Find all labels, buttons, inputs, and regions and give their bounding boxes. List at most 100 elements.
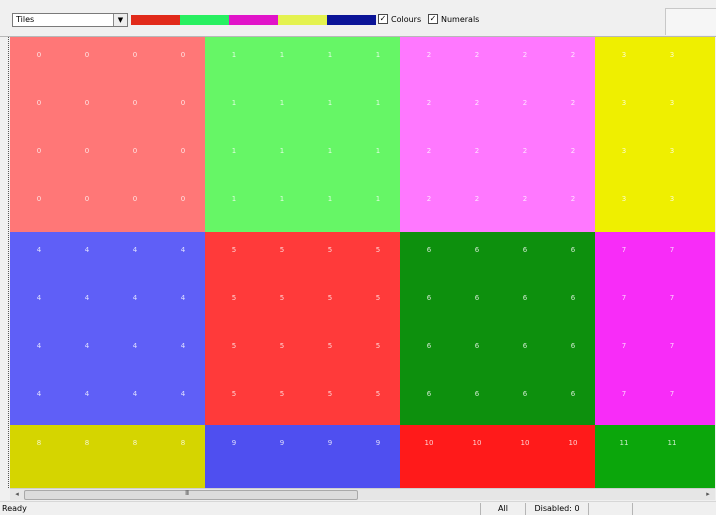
- tile-numeral: 7: [669, 390, 675, 398]
- tile-numeral: 5: [375, 246, 381, 254]
- tile-numeral: 9: [279, 439, 285, 447]
- tile-numeral: 5: [375, 342, 381, 350]
- tile-numeral: 5: [231, 390, 237, 398]
- scroll-thumb[interactable]: III: [24, 489, 358, 500]
- tile-numeral: 4: [180, 390, 186, 398]
- tile-numeral: 6: [426, 342, 432, 350]
- status-panel-empty-1: [588, 503, 632, 515]
- tile-numeral: 2: [426, 147, 432, 155]
- palette-swatch-magenta[interactable]: [229, 15, 278, 25]
- status-filter: All: [480, 503, 525, 515]
- tile-numeral: 7: [621, 342, 627, 350]
- tile-numeral: 5: [231, 246, 237, 254]
- tile-numeral: 2: [426, 99, 432, 107]
- tile-numeral: 1: [279, 147, 285, 155]
- tile-numeral: 5: [231, 294, 237, 302]
- colours-checkbox[interactable]: ✓: [378, 14, 388, 24]
- tile-numeral: 3: [621, 99, 627, 107]
- tile-numeral: 11: [667, 439, 677, 447]
- tile-numeral: 6: [570, 390, 576, 398]
- tile-numeral: 4: [36, 390, 42, 398]
- tile-numeral: 4: [180, 342, 186, 350]
- tile-numeral: 11: [711, 439, 715, 447]
- tile-numeral: 1: [327, 147, 333, 155]
- tile-numeral: 7: [669, 294, 675, 302]
- tile-5[interactable]: 5 5 5 5 5 5 5 5 5 5 5 5 5 5 5 5: [205, 232, 400, 425]
- tile-9[interactable]: 99999999: [205, 425, 400, 488]
- tile-numeral: 2: [522, 51, 528, 59]
- tile-numeral: 5: [279, 342, 285, 350]
- tile-numeral: 0: [84, 51, 90, 59]
- tile-numeral: 8: [36, 439, 42, 447]
- tile-0[interactable]: 0 0 0 0 0 0 0 0 0 0 0 0 0 0 0 0: [10, 37, 205, 232]
- tile-numeral: 5: [279, 246, 285, 254]
- scroll-right-icon[interactable]: ▸: [701, 489, 715, 500]
- tile-numeral: 3: [669, 51, 675, 59]
- tile-numeral: 5: [231, 342, 237, 350]
- tile-numeral: 6: [522, 390, 528, 398]
- toolbar: Tiles ▼ ✓ Colours ✓ Numerals: [0, 0, 716, 37]
- palette-swatch-green[interactable]: [180, 15, 229, 25]
- tile-numeral: 5: [327, 390, 333, 398]
- tile-numeral: 3: [711, 99, 715, 107]
- status-text: Ready: [2, 504, 27, 513]
- tile-numeral: 1: [327, 195, 333, 203]
- chevron-down-icon[interactable]: ▼: [113, 14, 127, 26]
- tile-4[interactable]: 4 4 4 4 4 4 4 4 4 4 4 4 4 4 4 4: [10, 232, 205, 425]
- tile-numeral: 6: [522, 246, 528, 254]
- tile-numeral: 4: [36, 294, 42, 302]
- tile-numeral: 1: [231, 195, 237, 203]
- tile-numeral: 1: [231, 51, 237, 59]
- tiles-mode-select-value: Tiles: [16, 15, 35, 24]
- tile-numeral: 3: [711, 147, 715, 155]
- tile-numeral: 2: [522, 195, 528, 203]
- tile-numeral: 0: [84, 195, 90, 203]
- tile-numeral: 6: [426, 390, 432, 398]
- tile-numeral: 3: [621, 51, 627, 59]
- tile-numeral: 4: [36, 342, 42, 350]
- palette-swatch-blue[interactable]: [327, 15, 376, 25]
- tile-10[interactable]: 1010101010101010: [400, 425, 595, 488]
- tile-numeral: 5: [279, 390, 285, 398]
- tile-numeral: 1: [279, 99, 285, 107]
- tile-numeral: 7: [711, 294, 715, 302]
- tile-numeral: 9: [327, 439, 333, 447]
- tile-numeral: 4: [132, 390, 138, 398]
- palette-swatch-yellow[interactable]: [278, 15, 327, 25]
- tile-numeral: 1: [231, 147, 237, 155]
- tile-numeral: 10: [424, 439, 434, 447]
- tile-numeral: 5: [375, 294, 381, 302]
- tile-numeral: 2: [426, 51, 432, 59]
- tile-numeral: 3: [669, 99, 675, 107]
- tile-numeral: 7: [711, 342, 715, 350]
- tile-numeral: 2: [474, 195, 480, 203]
- scroll-left-icon[interactable]: ◂: [10, 489, 24, 500]
- tile-8[interactable]: 88888888: [10, 425, 205, 488]
- tile-numeral: 3: [711, 195, 715, 203]
- tile-numeral: 0: [36, 51, 42, 59]
- tiles-mode-select[interactable]: Tiles ▼: [12, 13, 128, 27]
- tile-numeral: 4: [84, 246, 90, 254]
- horizontal-scrollbar[interactable]: ◂ III ▸: [10, 488, 715, 500]
- tile-numeral: 3: [621, 195, 627, 203]
- tile-3[interactable]: 3333333333333333: [595, 37, 715, 232]
- tile-numeral: 4: [180, 246, 186, 254]
- tile-numeral: 7: [711, 246, 715, 254]
- tile-numeral: 8: [84, 439, 90, 447]
- image-canvas[interactable]: 0000000000000000111111111111111122222222…: [10, 37, 715, 488]
- tile-numeral: 4: [132, 246, 138, 254]
- tile-6[interactable]: 6 6 6 6 6 6 6 6 6 6 6 6 6 6 6 6: [400, 232, 595, 425]
- tile-11[interactable]: 1111111111111111: [595, 425, 715, 488]
- tile-7[interactable]: 7777777777777777: [595, 232, 715, 425]
- tile-1[interactable]: 1 1 1 1 1 1 1 1 1 1 1 1 1 1 1 1: [205, 37, 400, 232]
- tile-numeral: 3: [711, 51, 715, 59]
- numerals-checkbox-label: Numerals: [441, 15, 480, 24]
- tile-numeral: 5: [327, 342, 333, 350]
- tile-numeral: 1: [375, 195, 381, 203]
- tile-numeral: 6: [474, 342, 480, 350]
- tile-2[interactable]: 2 2 2 2 2 2 2 2 2 2 2 2 2 2 2 2: [400, 37, 595, 232]
- palette-swatch-red[interactable]: [131, 15, 180, 25]
- tile-numeral: 0: [84, 99, 90, 107]
- tile-numeral: 0: [180, 147, 186, 155]
- numerals-checkbox[interactable]: ✓: [428, 14, 438, 24]
